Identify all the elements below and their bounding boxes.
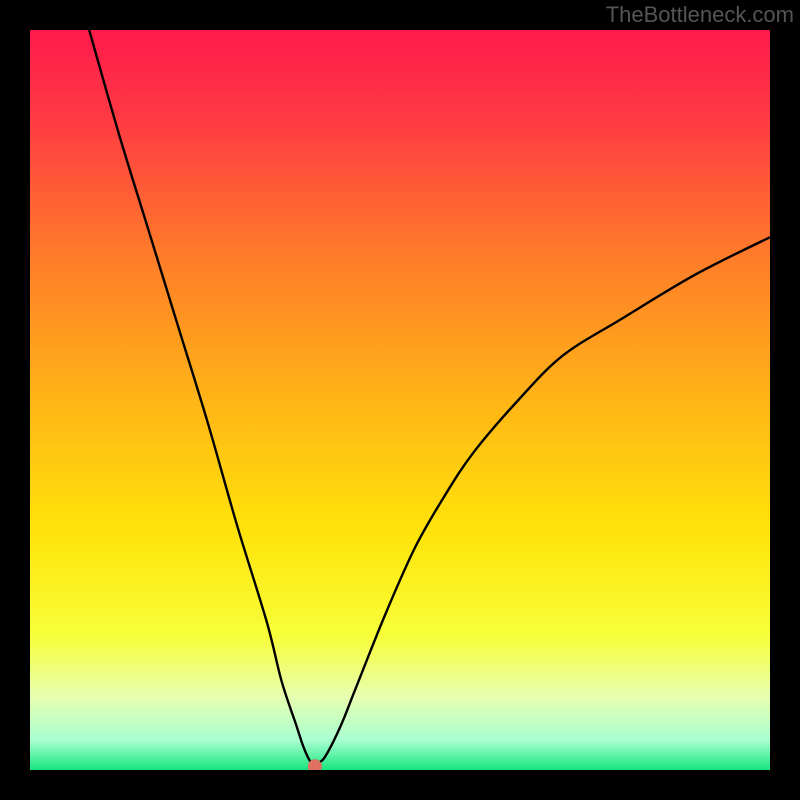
chart-frame: TheBottleneck.com — [0, 0, 800, 800]
plot-background — [30, 30, 770, 770]
watermark-text: TheBottleneck.com — [606, 2, 794, 28]
chart-plot — [30, 30, 770, 770]
